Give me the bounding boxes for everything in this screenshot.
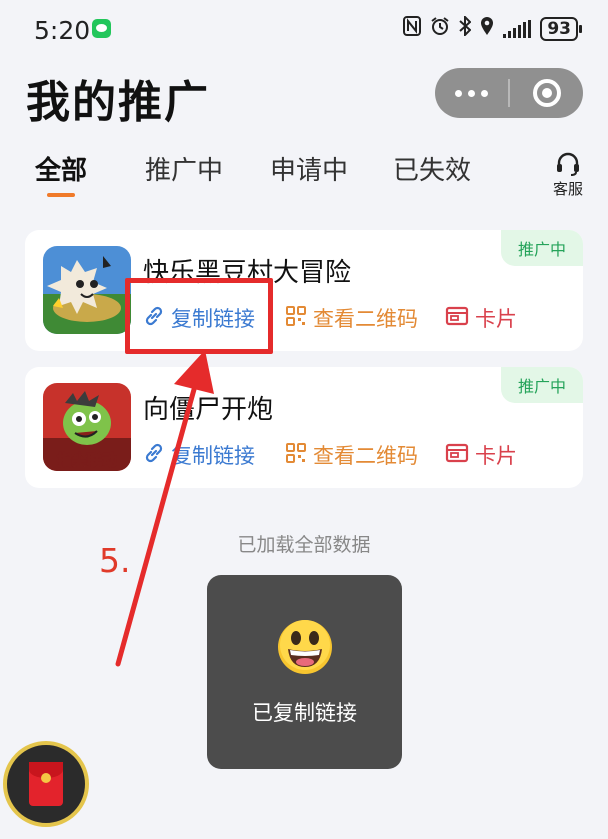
tab-applying[interactable]: 申请中 — [270, 150, 348, 187]
game-thumbnail — [43, 246, 131, 334]
qr-code-icon — [285, 442, 307, 469]
status-badge: 推广中 — [501, 230, 583, 266]
status-time: 5:20 — [34, 16, 91, 45]
location-icon — [480, 16, 494, 41]
tab-promoting[interactable]: 推广中 — [145, 150, 223, 187]
annotation-step-number: 5. — [99, 541, 131, 580]
more-menu-button[interactable] — [435, 68, 508, 118]
view-qr-label: 查看二维码 — [313, 307, 418, 331]
status-bar: 5:20 93 — [0, 0, 608, 58]
link-icon — [143, 442, 165, 469]
promotion-card: 快乐黑豆村大冒险 推广中 复制链接 查看二维码 卡片 — [25, 230, 583, 351]
view-qr-label: 查看二维码 — [313, 444, 418, 468]
status-badge: 推广中 — [501, 367, 583, 403]
toast-message: 已复制链接 — [252, 701, 357, 725]
copy-link-button[interactable]: 复制链接 — [143, 440, 285, 470]
alarm-icon — [430, 16, 450, 41]
customer-service-label: 客服 — [552, 180, 583, 198]
copy-link-label: 复制链接 — [171, 444, 255, 468]
card-icon — [445, 442, 469, 469]
view-qr-button[interactable]: 查看二维码 — [285, 440, 445, 470]
nfc-icon — [403, 16, 422, 41]
game-thumbnail: 指尖联动 — [43, 383, 131, 471]
qr-code-icon — [285, 305, 307, 332]
target-circle-icon — [532, 79, 561, 107]
page-title: 我的推广 — [26, 77, 210, 128]
tab-expired[interactable]: 已失效 — [393, 150, 471, 187]
close-mini-program-button[interactable] — [510, 68, 583, 118]
customer-service-button[interactable]: 客服 — [550, 152, 586, 199]
grinning-face-emoji — [277, 619, 333, 679]
list-end-text: 已加载全部数据 — [237, 534, 371, 556]
signal-icon — [503, 19, 532, 38]
headset-icon — [550, 152, 586, 176]
card-icon — [445, 305, 469, 332]
tab-all[interactable]: 全部 — [35, 150, 87, 187]
thumbnail-logo-text: 指尖联动 — [57, 451, 117, 469]
battery-indicator: 93 — [540, 16, 582, 41]
active-tab-indicator — [47, 193, 75, 197]
card-button[interactable]: 卡片 — [445, 303, 517, 333]
promotion-card: 指尖联动 向僵尸开炮 推广中 复制链接 查看二维码 卡片 — [25, 367, 583, 488]
card-label: 卡片 — [475, 444, 517, 468]
toast: 已复制链接 — [207, 575, 402, 769]
game-name: 向僵尸开炮 — [143, 395, 274, 425]
view-qr-button[interactable]: 查看二维码 — [285, 303, 445, 333]
card-actions: 复制链接 查看二维码 卡片 — [143, 439, 517, 471]
filter-tabs: 全部 推广中 申请中 已失效 — [0, 150, 608, 200]
status-icons: 93 — [403, 14, 582, 41]
card-button[interactable]: 卡片 — [445, 440, 517, 470]
bluetooth-icon — [459, 14, 472, 41]
wechat-notification-icon — [92, 19, 111, 38]
red-envelope-icon — [29, 762, 63, 806]
mini-program-capsule — [435, 68, 583, 118]
card-label: 卡片 — [475, 307, 517, 331]
annotation-highlight-box — [125, 278, 273, 354]
red-packet-button[interactable] — [3, 741, 89, 827]
